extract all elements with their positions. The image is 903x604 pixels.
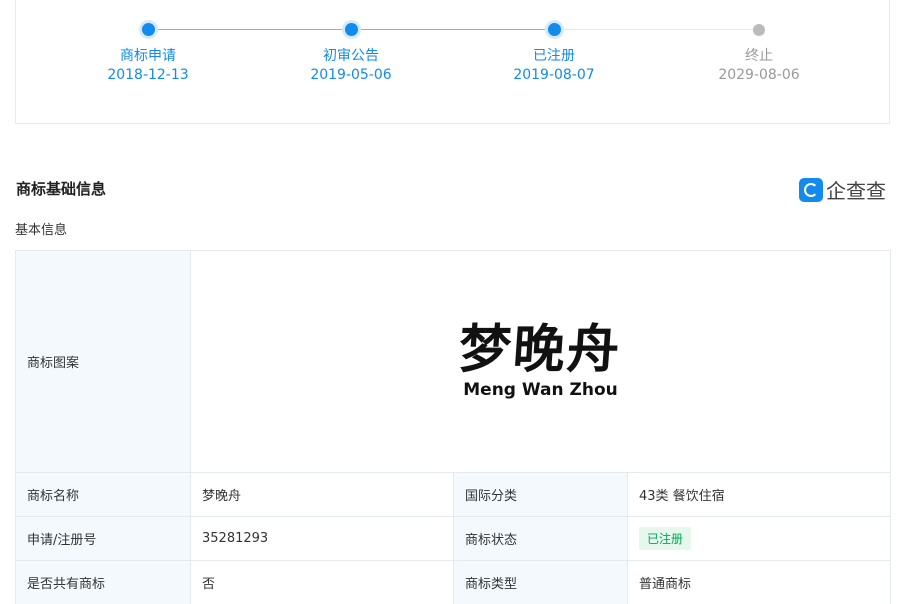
timeline-step-label: 初审公告	[323, 48, 379, 64]
timeline-step-date: 2029-08-06	[718, 67, 800, 83]
timeline-step-label: 终止	[745, 48, 773, 64]
field-value: 否	[190, 560, 454, 604]
field-value: 普通商标	[627, 560, 891, 604]
table-row: 申请/注册号 35281293 商标状态 已注册	[15, 516, 891, 561]
sub-section-title: 基本信息	[15, 223, 68, 238]
status-badge: 已注册	[639, 527, 692, 550]
table-row: 是否共有商标 否 商标类型 普通商标	[15, 560, 891, 604]
section-title: 商标基础信息	[16, 180, 107, 198]
field-value: 梦晚舟	[190, 472, 454, 517]
field-label: 国际分类	[453, 472, 628, 517]
field-value: 43类 餐饮住宿	[627, 472, 891, 517]
timeline-dot-icon	[753, 24, 765, 36]
trademark-cn-text: 梦晚舟	[457, 318, 624, 380]
field-value: 35281293	[190, 516, 454, 561]
brand-name: 企查查	[826, 179, 886, 203]
timeline-dot-icon	[548, 23, 561, 36]
timeline-dot-icon	[345, 23, 358, 36]
mark-image-label: 商标图案	[15, 250, 191, 473]
field-label: 申请/注册号	[15, 516, 191, 561]
timeline-step-date: 2019-05-06	[310, 67, 392, 83]
timeline-step-label: 已注册	[533, 48, 575, 64]
field-label: 是否共有商标	[15, 560, 191, 604]
timeline-dot-icon	[142, 23, 155, 36]
qichacha-logo[interactable]: 企查查	[799, 175, 886, 204]
trademark-image[interactable]: 梦晚舟 Meng Wan Zhou	[190, 250, 891, 473]
qichacha-logo-icon	[799, 177, 823, 202]
trademark-timeline: 商标申请 2018-12-13 初审公告 2019-05-06 已注册 2019…	[15, 0, 890, 124]
trademark-en-text: Meng Wan Zhou	[463, 379, 618, 400]
field-value: 已注册	[627, 516, 891, 561]
timeline-remaining-line	[554, 29, 759, 30]
field-label: 商标状态	[453, 516, 628, 561]
timeline-step-label: 商标申请	[120, 48, 176, 64]
field-label: 商标名称	[15, 472, 191, 517]
table-row: 商标名称 梦晚舟 国际分类 43类 餐饮住宿	[15, 472, 891, 517]
timeline-step-date: 2018-12-13	[107, 67, 189, 83]
timeline-step-date: 2019-08-07	[513, 67, 595, 83]
trademark-info-table: 商标图案 梦晚舟 Meng Wan Zhou 商标名称 梦晚舟 国际分类 43类…	[15, 250, 891, 604]
field-label: 商标类型	[453, 560, 628, 604]
